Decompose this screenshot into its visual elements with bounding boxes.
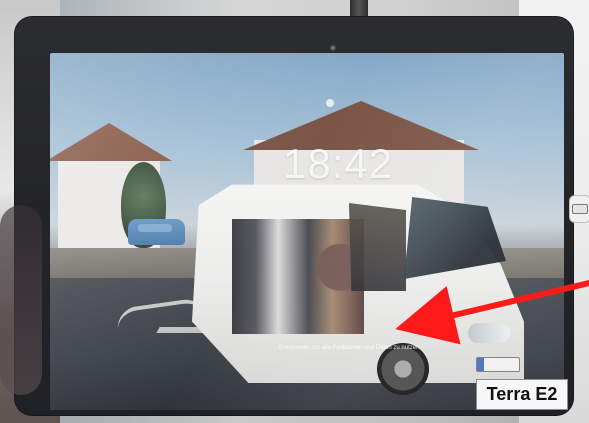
- lock-screen-clock: 18:42: [283, 140, 394, 187]
- lock-screen[interactable]: 18:42 Entsperren, um alle Funktionen und…: [50, 53, 564, 410]
- van-door-window: [349, 203, 406, 291]
- camera-lens-icon: [330, 45, 337, 52]
- van-headlight: [468, 323, 510, 343]
- license-plate: [476, 357, 520, 372]
- terra-e2-sticker: Terra E2: [476, 379, 568, 410]
- tablet-device: 18:42 Entsperren, um alle Funktionen und…: [14, 16, 589, 416]
- hand-shadow: [0, 205, 42, 395]
- blue-car: [128, 219, 185, 245]
- unlock-message: Entsperren, um alle Funktionen und Daten…: [279, 345, 420, 351]
- roof-left: [50, 123, 172, 161]
- usb-port-icon: [569, 195, 589, 223]
- photo-scene: 18:42 Entsperren, um alle Funktionen und…: [0, 0, 589, 423]
- van-side-graphic: [232, 219, 364, 334]
- status-dot-icon: [326, 99, 334, 107]
